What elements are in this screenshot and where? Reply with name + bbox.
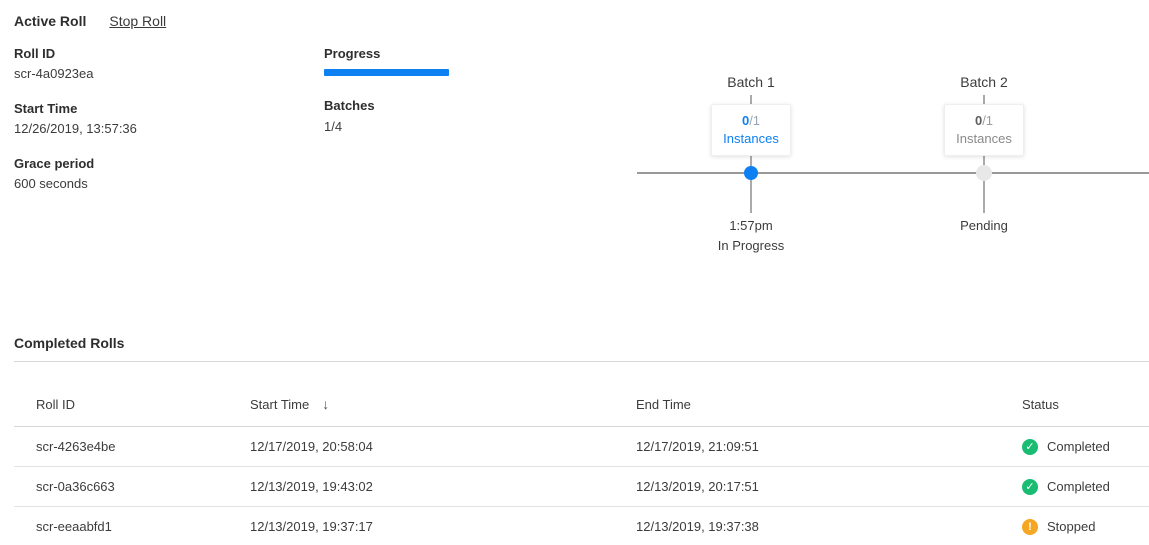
batches-value: 1/4 bbox=[324, 120, 449, 133]
progress-column: Progress Batches 1/4 bbox=[324, 47, 449, 133]
active-roll-header: Active Roll Stop Roll bbox=[14, 13, 166, 29]
roll-id-value: scr-4a0923ea bbox=[14, 67, 137, 80]
grace-period-label: Grace period bbox=[14, 157, 137, 170]
progress-label: Progress bbox=[324, 47, 449, 60]
cell-roll-id: scr-4263e4be bbox=[36, 439, 250, 454]
stopped-warning-icon: ! bbox=[1022, 519, 1038, 535]
batch-status: In Progress bbox=[671, 238, 831, 253]
batch-instances-label: Instances bbox=[956, 130, 1012, 148]
roll-id-field: Roll ID scr-4a0923ea bbox=[14, 47, 137, 80]
batch-name: Batch 1 bbox=[671, 74, 831, 90]
table-row: scr-eeaabfd1 12/13/2019, 19:37:17 12/13/… bbox=[14, 507, 1149, 545]
cell-roll-id: scr-eeaabfd1 bbox=[36, 519, 250, 534]
cell-status: ✓ Completed bbox=[1022, 439, 1149, 455]
completed-rolls-table: Roll ID Start Time ↓ End Time Status scr… bbox=[14, 361, 1149, 545]
active-roll-details: Roll ID scr-4a0923ea Start Time 12/26/20… bbox=[14, 47, 137, 212]
batch-time: Pending bbox=[904, 218, 1064, 233]
column-header-end-time: End Time bbox=[636, 397, 1022, 412]
timeline-batch-node: Batch 2 0/1 Instances Pending bbox=[904, 0, 1064, 270]
grace-period-value: 600 seconds bbox=[14, 177, 137, 190]
table-header-row: Roll ID Start Time ↓ End Time Status bbox=[14, 362, 1149, 427]
start-time-label: Start Time bbox=[14, 102, 137, 115]
batch-instances-card[interactable]: 0/1 Instances bbox=[944, 104, 1024, 156]
grace-period-field: Grace period 600 seconds bbox=[14, 157, 137, 190]
timeline-batch-node: Batch 1 0/1 Instances 1:57pm In Progress bbox=[671, 0, 831, 270]
cell-roll-id: scr-0a36c663 bbox=[36, 479, 250, 494]
batch-timeline-dot bbox=[744, 166, 758, 180]
cell-end-time: 12/13/2019, 20:17:51 bbox=[636, 479, 1022, 494]
status-label: Stopped bbox=[1047, 519, 1095, 534]
cell-status: ✓ Completed bbox=[1022, 479, 1149, 495]
cell-start-time: 12/13/2019, 19:43:02 bbox=[250, 479, 636, 494]
page: Active Roll Stop Roll Roll ID scr-4a0923… bbox=[0, 0, 1149, 545]
progress-bar-fill bbox=[324, 69, 449, 76]
roll-id-label: Roll ID bbox=[14, 47, 137, 60]
completed-check-icon: ✓ bbox=[1022, 479, 1038, 495]
batch-name: Batch 2 bbox=[904, 74, 1064, 90]
batch-instances-label: Instances bbox=[723, 130, 779, 148]
table-body: scr-4263e4be 12/17/2019, 20:58:04 12/17/… bbox=[14, 427, 1149, 545]
batch-instances-card[interactable]: 0/1 Instances bbox=[711, 104, 791, 156]
status-label: Completed bbox=[1047, 479, 1110, 494]
batch-timeline-dot bbox=[976, 165, 992, 181]
start-time-value: 12/26/2019, 13:57:36 bbox=[14, 122, 137, 135]
active-roll-title: Active Roll bbox=[14, 13, 86, 29]
cell-end-time: 12/13/2019, 19:37:38 bbox=[636, 519, 1022, 534]
table-row: scr-4263e4be 12/17/2019, 20:58:04 12/17/… bbox=[14, 427, 1149, 467]
column-header-status: Status bbox=[1022, 397, 1149, 412]
cell-start-time: 12/13/2019, 19:37:17 bbox=[250, 519, 636, 534]
stop-roll-link[interactable]: Stop Roll bbox=[109, 13, 166, 29]
cell-start-time: 12/17/2019, 20:58:04 bbox=[250, 439, 636, 454]
completed-check-icon: ✓ bbox=[1022, 439, 1038, 455]
cell-status: ! Stopped bbox=[1022, 519, 1149, 535]
column-header-roll-id: Roll ID bbox=[36, 397, 250, 412]
table-row: scr-0a36c663 12/13/2019, 19:43:02 12/13/… bbox=[14, 467, 1149, 507]
sort-control-start-time[interactable]: Start Time ↓ bbox=[250, 396, 636, 412]
progress-bar bbox=[324, 69, 449, 76]
column-header-start-time: Start Time ↓ bbox=[250, 396, 636, 412]
batch-instance-count: 0/1 bbox=[742, 112, 760, 130]
start-time-header-label: Start Time bbox=[250, 397, 309, 412]
status-label: Completed bbox=[1047, 439, 1110, 454]
start-time-field: Start Time 12/26/2019, 13:57:36 bbox=[14, 102, 137, 135]
batch-instance-count: 0/1 bbox=[975, 112, 993, 130]
batch-time: 1:57pm bbox=[671, 218, 831, 233]
batches-label: Batches bbox=[324, 99, 449, 112]
sort-down-icon: ↓ bbox=[322, 396, 329, 412]
completed-rolls-title: Completed Rolls bbox=[14, 335, 124, 351]
cell-end-time: 12/17/2019, 21:09:51 bbox=[636, 439, 1022, 454]
